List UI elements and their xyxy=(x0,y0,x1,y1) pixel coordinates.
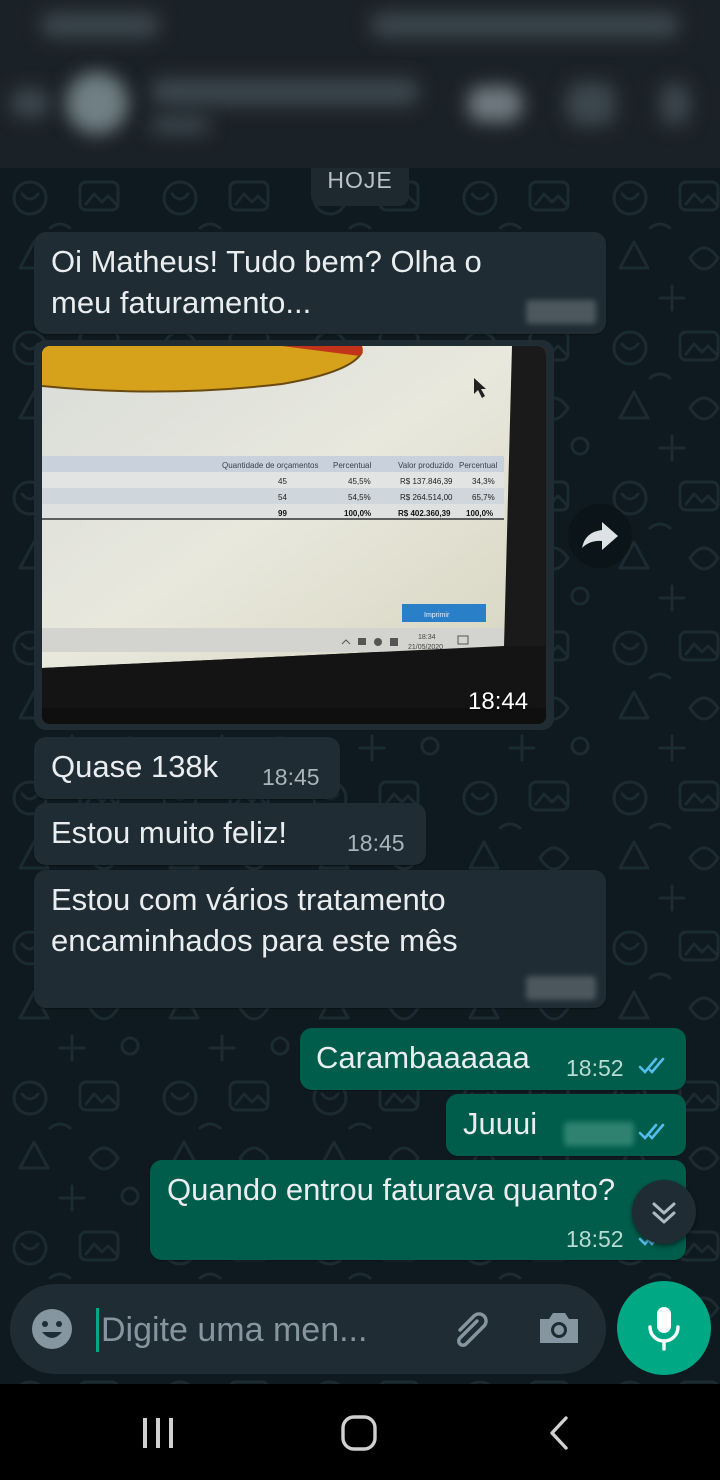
message-time-redacted xyxy=(564,1122,634,1146)
message-time: 18:44 xyxy=(468,688,529,715)
back-button[interactable] xyxy=(10,88,50,118)
video-call-icon[interactable] xyxy=(468,86,522,122)
image-table-cell: 65,7% xyxy=(472,493,495,502)
image-table-header: Quantidade de orçamentos xyxy=(222,461,319,470)
image-table-cell: 45,5% xyxy=(348,477,371,486)
message-time: 18:52 xyxy=(566,1055,624,1081)
message-text-line: encaminhados para este mês xyxy=(51,923,458,958)
message-time: 18:52 xyxy=(566,1226,624,1252)
image-table-cell: 100,0% xyxy=(466,509,493,518)
forward-icon xyxy=(582,522,618,550)
image-table-cell: R$ 137.846,39 xyxy=(400,477,453,486)
scroll-to-bottom-button[interactable] xyxy=(632,1180,696,1244)
chat-header xyxy=(0,0,720,168)
status-bar-blur xyxy=(40,12,160,38)
mic-icon xyxy=(648,1307,680,1351)
message-text: Quase 138k xyxy=(51,749,219,784)
emoji-icon[interactable] xyxy=(30,1307,74,1351)
contact-avatar[interactable] xyxy=(66,72,128,134)
status-bar-blur xyxy=(370,12,680,38)
date-separator: HOJE xyxy=(311,168,409,206)
image-table-header: Valor produzido xyxy=(398,461,454,470)
message-input[interactable]: Digite uma men... xyxy=(96,1308,431,1352)
message-text: Quando entrou faturava quanto? xyxy=(167,1172,616,1207)
incoming-message[interactable]: Estou com vários tratamento encaminhados… xyxy=(34,870,606,1008)
system-navigation-bar xyxy=(0,1384,720,1480)
image-taskbar-time: 18:34 xyxy=(418,634,436,641)
message-photo[interactable]: Quantidade de orçamentos Percentual Valo… xyxy=(42,346,546,724)
menu-icon[interactable] xyxy=(660,82,690,126)
outgoing-message[interactable]: Juuui xyxy=(446,1094,686,1156)
message-text: Estou muito feliz! xyxy=(51,815,288,850)
incoming-message[interactable]: Estou muito feliz! 18:45 xyxy=(34,803,426,865)
image-table-header: Percentual xyxy=(459,461,497,470)
image-table-cell: 34,3% xyxy=(472,477,495,486)
image-table-cell: 45 xyxy=(278,477,287,486)
camera-icon[interactable] xyxy=(536,1305,582,1351)
message-time-redacted xyxy=(526,976,596,1000)
image-table-cell: 99 xyxy=(278,509,287,518)
contact-status xyxy=(150,116,210,134)
forward-button[interactable] xyxy=(568,504,632,568)
image-table-cell: 100,0% xyxy=(344,509,371,518)
image-table-header: Percentual xyxy=(333,461,371,470)
incoming-message[interactable]: Oi Matheus! Tudo bem? Olha o meu faturam… xyxy=(34,232,606,334)
double-check-icon xyxy=(638,1123,665,1140)
double-check-icon xyxy=(638,1057,665,1074)
image-table-cell: 54 xyxy=(278,493,287,502)
voice-call-icon[interactable] xyxy=(566,82,616,126)
image-table-cell: 54,5% xyxy=(348,493,371,502)
message-time: 18:45 xyxy=(347,830,405,856)
back-icon[interactable] xyxy=(546,1414,574,1452)
outgoing-message[interactable]: Quando entrou faturava quanto? 18:52 xyxy=(150,1160,686,1260)
message-text: Juuui xyxy=(463,1106,538,1141)
message-text: Carambaaaaaa xyxy=(316,1040,530,1075)
voice-message-button[interactable] xyxy=(617,1281,711,1375)
image-table-cell: R$ 264.514,00 xyxy=(400,493,453,502)
incoming-message[interactable]: Quase 138k 18:45 xyxy=(34,737,340,799)
message-text-line: Oi Matheus! Tudo bem? Olha o xyxy=(51,244,482,279)
contact-name[interactable] xyxy=(150,78,420,106)
chevron-double-down-icon xyxy=(652,1202,676,1224)
outgoing-message[interactable]: Carambaaaaaa 18:52 xyxy=(300,1028,686,1090)
image-print-button-label: Imprimir xyxy=(424,612,450,619)
message-time: 18:45 xyxy=(262,764,320,790)
image-table-cell: R$ 402.360,39 xyxy=(398,509,451,518)
message-text-line: meu faturamento... xyxy=(51,285,312,320)
home-icon[interactable] xyxy=(340,1414,378,1452)
message-text-line: Estou com vários tratamento xyxy=(51,882,446,917)
paperclip-icon[interactable] xyxy=(446,1306,494,1354)
recent-apps-icon[interactable] xyxy=(140,1416,176,1450)
message-time-redacted xyxy=(526,300,596,324)
